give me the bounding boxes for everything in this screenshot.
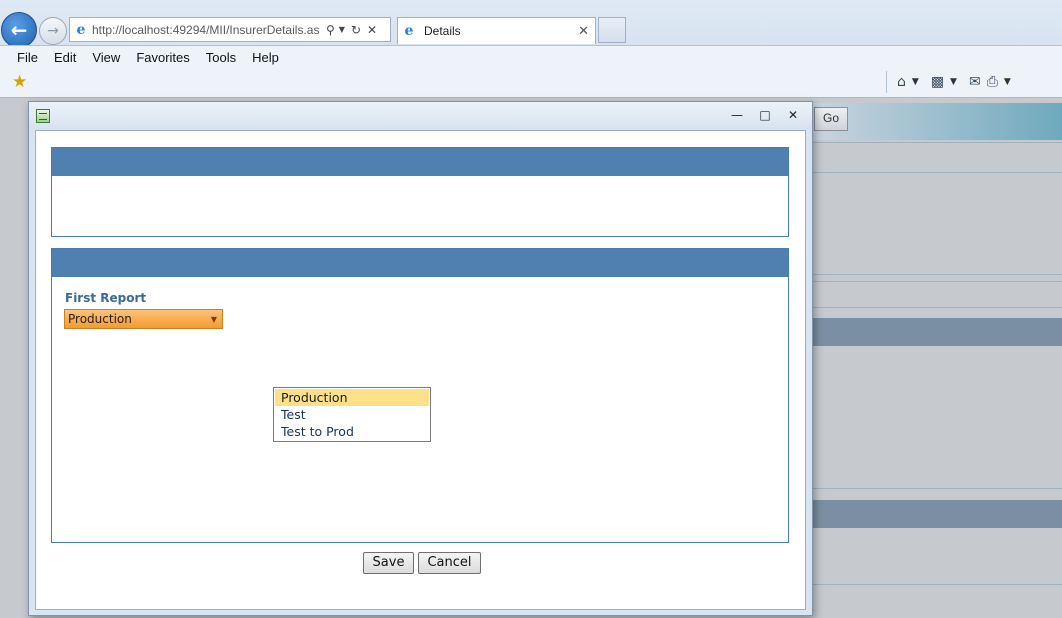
minimize-icon[interactable]: —: [729, 108, 745, 122]
refresh-icon[interactable]: ↻: [351, 23, 361, 37]
panel-header: [52, 148, 788, 176]
dialog-title-bar[interactable]: — □ ✕: [29, 102, 812, 130]
navigation-bar: ← → e http://localhost:49294/MII/Insurer…: [0, 0, 1062, 48]
stop-icon[interactable]: ✕: [367, 23, 377, 37]
page-section-header: [808, 318, 1062, 346]
new-tab-button[interactable]: [598, 17, 626, 43]
divider: [808, 488, 1062, 489]
panel-header: [52, 249, 788, 277]
cancel-button[interactable]: Cancel: [418, 552, 481, 574]
chevron-down-icon[interactable]: ▼: [211, 310, 217, 329]
menu-file[interactable]: File: [9, 50, 46, 65]
favorites-bar: ★ ⌂ ▼ ▩ ▼ ✉ ⎙ ▼: [0, 67, 1062, 98]
ie-logo-icon: e: [76, 21, 86, 38]
browser-chrome: ← → e http://localhost:49294/MII/Insurer…: [0, 0, 1062, 98]
modal-dialog: — □ ✕ First Report Production ▼ Producti…: [28, 101, 813, 616]
chevron-down-icon[interactable]: ▼: [339, 25, 345, 34]
command-bar: ⌂ ▼ ▩ ▼ ✉ ⎙ ▼: [886, 71, 1017, 93]
chevron-down-icon[interactable]: ▼: [912, 77, 919, 87]
address-url[interactable]: http://localhost:49294/MII/InsurerDetail…: [92, 23, 320, 37]
home-icon[interactable]: ⌂: [897, 74, 906, 90]
page-section-header: [808, 500, 1062, 528]
rss-feed-icon[interactable]: ▩: [931, 74, 944, 90]
favorites-star-icon[interactable]: ★: [12, 72, 27, 92]
ie-logo-icon: e: [404, 23, 414, 39]
menu-view[interactable]: View: [84, 50, 128, 65]
select-value: Production: [68, 312, 132, 326]
form-icon: [36, 109, 50, 123]
divider: [808, 172, 1062, 173]
divider: [808, 142, 1062, 143]
tab-title: Details: [424, 24, 461, 38]
menu-bar: File Edit View Favorites Tools Help: [0, 45, 1062, 68]
top-panel: [51, 147, 789, 237]
menu-tools[interactable]: Tools: [198, 50, 244, 65]
option-test-to-prod[interactable]: Test to Prod: [275, 423, 429, 440]
option-test[interactable]: Test: [275, 406, 429, 423]
mail-icon[interactable]: ✉: [969, 74, 981, 90]
menu-help[interactable]: Help: [244, 50, 287, 65]
divider: [808, 274, 1062, 275]
close-icon[interactable]: ✕: [785, 108, 801, 122]
option-production[interactable]: Production: [275, 389, 429, 406]
divider: [808, 584, 1062, 585]
save-button[interactable]: Save: [363, 552, 414, 574]
print-icon[interactable]: ⎙: [987, 74, 998, 90]
address-bar[interactable]: e http://localhost:49294/MII/InsurerDeta…: [69, 17, 391, 42]
chevron-down-icon[interactable]: ▼: [1004, 77, 1011, 87]
first-report-dropdown-list: Production Test Test to Prod: [273, 387, 431, 442]
close-tab-icon[interactable]: ✕: [578, 24, 589, 39]
first-report-select[interactable]: Production ▼: [64, 309, 223, 329]
chevron-down-icon[interactable]: ▼: [950, 77, 957, 87]
go-button[interactable]: Go: [814, 107, 848, 131]
search-icon[interactable]: ⚲: [326, 23, 335, 37]
back-arrow-icon[interactable]: ←: [1, 12, 37, 48]
report-panel: First Report Production ▼ Production Tes…: [51, 248, 789, 543]
tab-details[interactable]: e Details ✕: [397, 17, 596, 44]
menu-favorites[interactable]: Favorites: [128, 50, 197, 65]
menu-edit[interactable]: Edit: [46, 50, 84, 65]
divider: [808, 281, 1062, 282]
forward-arrow-icon[interactable]: →: [39, 17, 67, 45]
first-report-label: First Report: [65, 291, 147, 305]
divider: [808, 307, 1062, 308]
dialog-body: First Report Production ▼ Production Tes…: [35, 130, 806, 610]
maximize-icon[interactable]: □: [757, 108, 773, 122]
